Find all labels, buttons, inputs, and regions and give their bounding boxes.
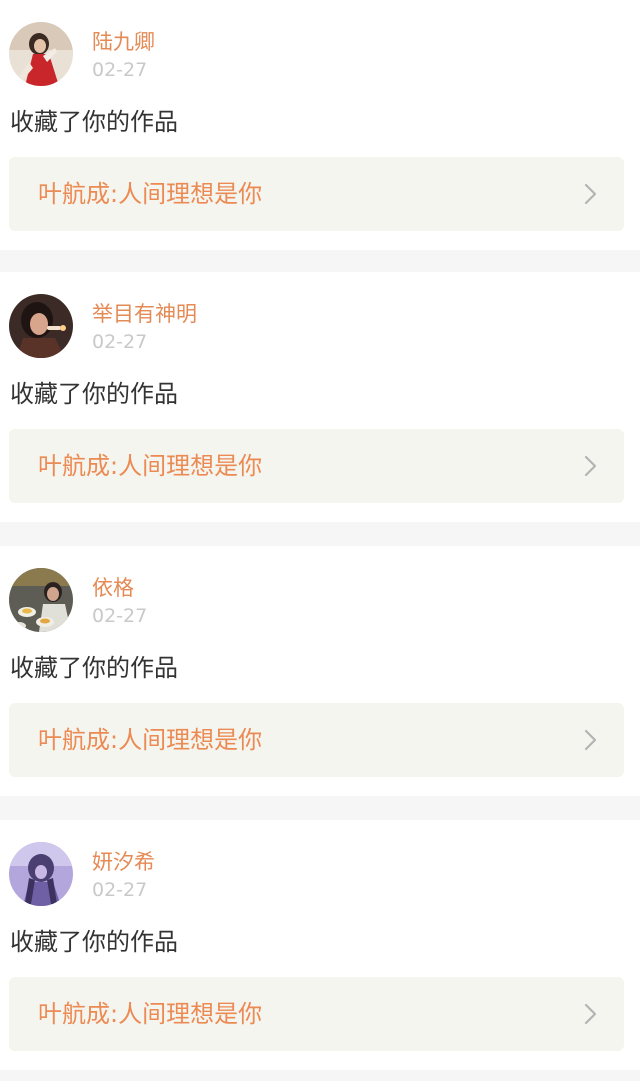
chevron-right-icon (584, 455, 597, 477)
avatar-portrait-dark-icon (9, 294, 73, 358)
username[interactable]: 举目有神明 (92, 300, 197, 328)
action-text: 收藏了你的作品 (10, 928, 178, 956)
notification-feed: 陆九卿 02-27 收藏了你的作品 叶航成:人间理想是你 举目有神明 02-27… (0, 0, 640, 1081)
work-title: 叶航成:人间理想是你 (38, 180, 263, 208)
avatar[interactable] (9, 294, 73, 358)
action-text: 收藏了你的作品 (10, 108, 178, 136)
avatar-portrait-red-dress-icon (9, 22, 73, 86)
work-link[interactable]: 叶航成:人间理想是你 (9, 429, 624, 503)
notification-card: 依格 02-27 收藏了你的作品 叶航成:人间理想是你 (0, 546, 640, 796)
chevron-right-icon (584, 729, 597, 751)
work-title: 叶航成:人间理想是你 (38, 452, 263, 480)
avatar[interactable] (9, 22, 73, 86)
work-title: 叶航成:人间理想是你 (38, 726, 263, 754)
action-text: 收藏了你的作品 (10, 380, 178, 408)
timestamp: 02-27 (92, 59, 148, 81)
avatar[interactable] (9, 568, 73, 632)
avatar-purple-portrait-icon (9, 842, 73, 906)
avatar-dining-photo-icon (9, 568, 73, 632)
work-title: 叶航成:人间理想是你 (38, 1000, 263, 1028)
timestamp: 02-27 (92, 331, 148, 353)
username[interactable]: 陆九卿 (92, 28, 155, 56)
avatar[interactable] (9, 842, 73, 906)
notification-card: 妍汐希 02-27 收藏了你的作品 叶航成:人间理想是你 (0, 820, 640, 1070)
chevron-right-icon (584, 183, 597, 205)
chevron-right-icon (584, 1003, 597, 1025)
work-link[interactable]: 叶航成:人间理想是你 (9, 157, 624, 231)
username[interactable]: 依格 (92, 574, 134, 602)
timestamp: 02-27 (92, 605, 148, 627)
username[interactable]: 妍汐希 (92, 848, 155, 876)
work-link[interactable]: 叶航成:人间理想是你 (9, 703, 624, 777)
timestamp: 02-27 (92, 879, 148, 901)
notification-card: 举目有神明 02-27 收藏了你的作品 叶航成:人间理想是你 (0, 272, 640, 522)
action-text: 收藏了你的作品 (10, 654, 178, 682)
notification-card: 陆九卿 02-27 收藏了你的作品 叶航成:人间理想是你 (0, 0, 640, 250)
work-link[interactable]: 叶航成:人间理想是你 (9, 977, 624, 1051)
